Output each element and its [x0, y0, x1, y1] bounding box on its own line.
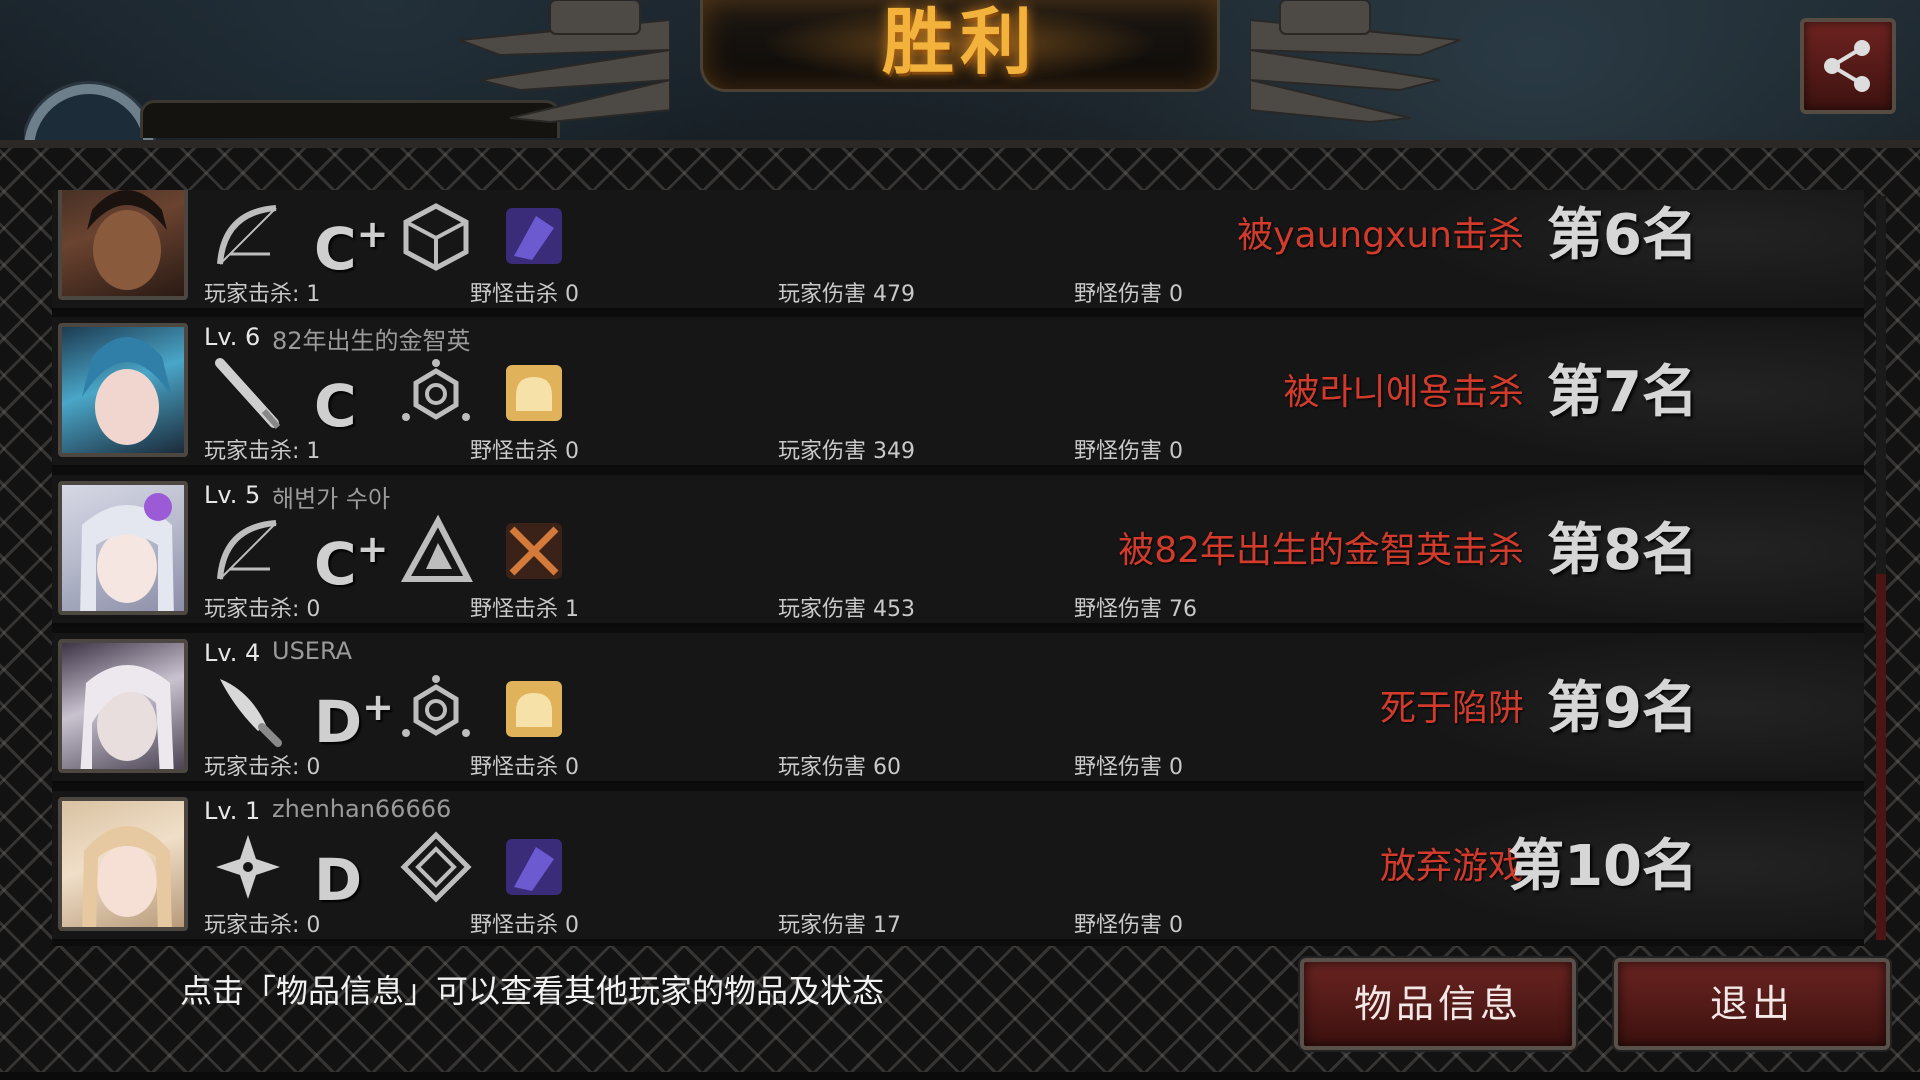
player-name: zhenhan66666	[272, 795, 452, 823]
result-row[interactable]: Lv. 4 USERA D+ 玩家击杀: 0 野怪击杀 0 玩家伤害 60 野怪…	[52, 633, 1864, 783]
rank-label: 第7名	[1547, 360, 1698, 425]
player-name: 82年出生的金智英	[272, 327, 471, 355]
results-list[interactable]: C+ 玩家击杀: 1 野怪击杀 0 玩家伤害 479 野怪伤害 0 被yaung…	[52, 190, 1864, 946]
player-damage: 玩家伤害 60	[778, 755, 901, 780]
exit-button[interactable]: 退出	[1614, 958, 1890, 1050]
rank-label: 第9名	[1547, 676, 1698, 741]
monster-kills: 野怪击杀 0	[470, 282, 579, 307]
rank-label: 第8名	[1547, 518, 1698, 583]
grade-label: C	[314, 372, 357, 440]
player-kills: 玩家击杀: 0	[204, 755, 321, 780]
bow-icon	[210, 198, 286, 274]
share-icon	[1824, 40, 1870, 92]
bread-icon	[496, 355, 572, 431]
bat-icon	[210, 355, 286, 431]
purple-gear-icon	[496, 198, 572, 274]
death-cause: 被82年出生的金智英击杀	[1118, 530, 1524, 571]
player-level: Lv. 1	[204, 797, 261, 825]
monster-damage: 野怪伤害 0	[1074, 282, 1183, 307]
shuriken-icon	[210, 829, 286, 905]
death-cause: 被라니에용击杀	[1283, 372, 1524, 413]
cube-shield-icon	[398, 198, 474, 274]
result-row[interactable]: C+ 玩家击杀: 1 野怪击杀 0 玩家伤害 479 野怪伤害 0 被yaung…	[52, 190, 1864, 310]
player-kills: 玩家击杀: 1	[204, 439, 321, 464]
death-cause: 放弃游戏	[1379, 846, 1524, 887]
monster-damage: 野怪伤害 0	[1074, 755, 1183, 780]
monster-kills: 野怪击杀 0	[470, 755, 579, 780]
player-name: 해변가 수아	[272, 485, 391, 513]
triangle-icon	[398, 513, 474, 589]
monster-damage: 野怪伤害 0	[1074, 913, 1183, 938]
share-button[interactable]	[1800, 18, 1896, 114]
player-damage: 玩家伤害 349	[778, 439, 915, 464]
death-cause: 死于陷阱	[1379, 688, 1524, 729]
grade-label: D	[314, 846, 363, 914]
result-row[interactable]: Lv. 6 82年出生的金智英 C 玩家击杀: 1 野怪击杀 0 玩家伤害 34…	[52, 317, 1864, 467]
monster-damage: 野怪伤害 0	[1074, 439, 1183, 464]
hex-node-icon	[398, 355, 474, 431]
monster-kills: 野怪击杀 0	[470, 913, 579, 938]
monster-damage: 野怪伤害 76	[1074, 597, 1197, 622]
purple-gear-icon	[496, 829, 572, 905]
item-info-button[interactable]: 物品信息	[1300, 958, 1576, 1050]
player-level: Lv. 5	[204, 481, 261, 509]
result-row[interactable]: Lv. 5 해변가 수아 C+ 玩家击杀: 0 野怪击杀 1 玩家伤害 453 …	[52, 475, 1864, 625]
right-wing-ornament-icon	[1250, 0, 1461, 124]
monster-kills: 野怪击杀 0	[470, 439, 579, 464]
crossed-blades-icon	[496, 513, 572, 589]
monster-kills: 野怪击杀 1	[470, 597, 579, 622]
hex-node-icon	[398, 671, 474, 747]
scrollbar-thumb[interactable]	[1876, 574, 1886, 940]
grade-label: C+	[314, 212, 389, 283]
player-kills: 玩家击杀: 0	[204, 597, 321, 622]
player-level: Lv. 4	[204, 639, 261, 667]
avatar	[58, 190, 188, 300]
player-level: Lv. 6	[204, 323, 261, 351]
victory-banner: 胜利	[459, 0, 1461, 124]
bow-icon	[210, 513, 286, 589]
player-kills: 玩家击杀: 0	[204, 913, 321, 938]
avatar	[58, 639, 188, 773]
bread-icon	[496, 671, 572, 747]
player-damage: 玩家伤害 17	[778, 913, 901, 938]
player-kills: 玩家击杀: 1	[204, 282, 321, 307]
avatar	[58, 797, 188, 931]
grade-label: C+	[314, 527, 389, 598]
grade-label: D+	[314, 685, 394, 756]
player-damage: 玩家伤害 453	[778, 597, 915, 622]
knife-icon	[210, 671, 286, 747]
rank-label: 第6名	[1547, 203, 1698, 268]
result-row[interactable]: Lv. 1 zhenhan66666 D 玩家击杀: 0 野怪击杀 0 玩家伤害…	[52, 791, 1864, 941]
death-cause: 被yaungxun击杀	[1237, 215, 1524, 256]
avatar	[58, 481, 188, 615]
rank-label: 第10名	[1508, 834, 1698, 899]
player-level-badge	[24, 78, 156, 148]
player-damage: 玩家伤害 479	[778, 282, 915, 307]
victory-title: 胜利	[881, 0, 1038, 84]
diamond-icon	[398, 829, 474, 905]
player-name: USERA	[272, 637, 353, 665]
avatar	[58, 323, 188, 457]
left-wing-ornament-icon	[459, 0, 670, 124]
hint-text: 点击「物品信息」可以查看其他玩家的物品及状态	[180, 972, 885, 1010]
